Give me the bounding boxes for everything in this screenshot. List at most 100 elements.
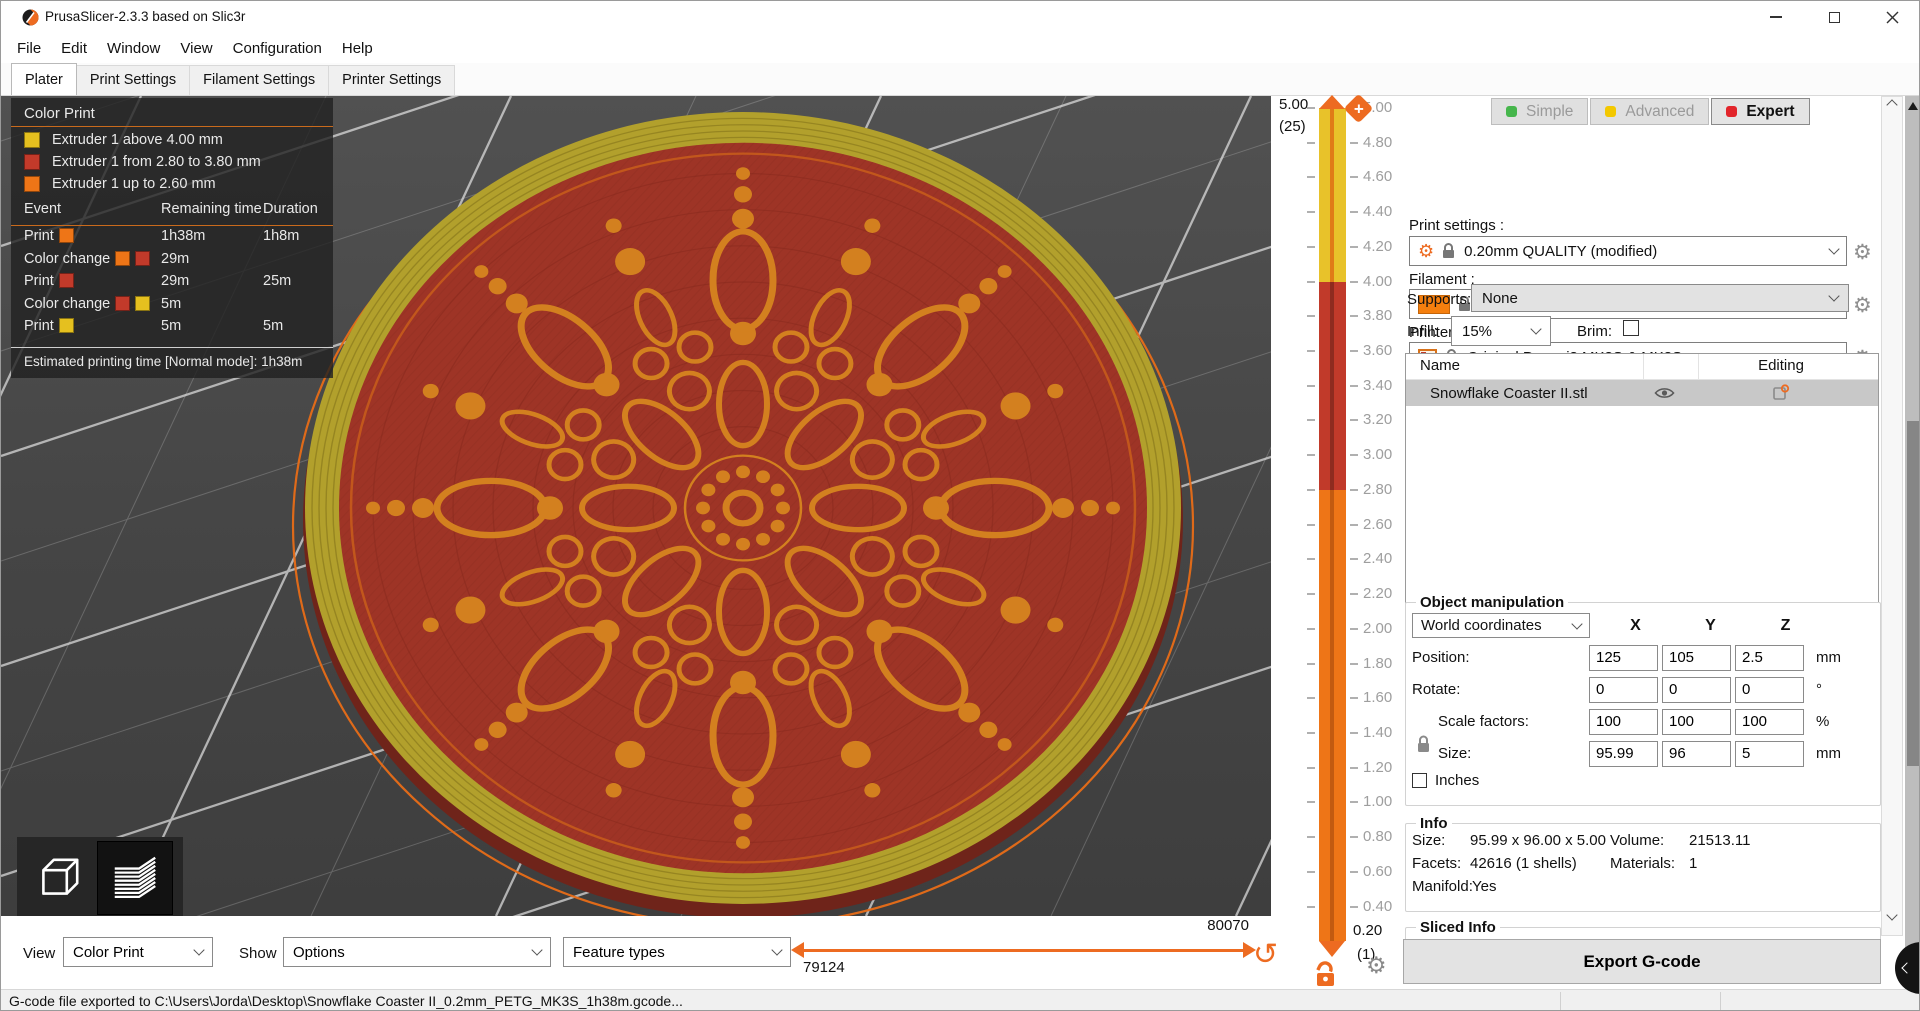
layer-tick-mark [1307,523,1315,526]
manip-input[interactable] [1662,708,1731,735]
move-slider-track[interactable] [803,949,1243,952]
manip-input[interactable] [1735,740,1804,767]
layer-slider-bar[interactable] [1319,108,1346,942]
manip-input[interactable] [1662,676,1731,703]
tab-print-settings[interactable]: Print Settings [75,65,191,95]
tab-plater[interactable]: Plater [11,63,77,95]
eye-icon[interactable] [1654,386,1675,400]
minimize-icon [1770,16,1782,18]
manip-input[interactable] [1735,644,1804,671]
layer-slider-upper-handle[interactable] [1319,95,1345,109]
plus-glyph: + [1353,99,1364,118]
prusaslicer-window: PrusaSlicer-2.3.3 based on Slic3r File Ed… [0,0,1920,1011]
layer-tick-mark [1350,662,1358,665]
tab-filament-settings[interactable]: Filament Settings [189,65,330,95]
mode-expert[interactable]: Expert [1711,98,1810,125]
manip-input[interactable] [1589,740,1658,767]
event-color-swatch [115,250,131,266]
layer-slider-lower-handle[interactable] [1319,941,1345,957]
view-layers-button[interactable] [97,841,173,915]
layer-slider-segment[interactable] [1319,108,1346,282]
uniform-scale-lock-icon[interactable] [1416,735,1431,754]
manip-input[interactable] [1662,644,1731,671]
layer-tick-mark [1350,627,1358,630]
layer-slider-segment[interactable] [1319,281,1346,490]
maximize-button[interactable] [1805,1,1863,33]
layer-tick-mark [1350,384,1358,387]
3d-viewport[interactable]: Color Print Extruder 1 above 4.00 mm Extr… [1,96,1271,916]
object-name: Snowflake Coaster II.stl [1430,384,1588,402]
mode-advanced[interactable]: Advanced [1590,98,1710,125]
manip-input[interactable] [1589,676,1658,703]
materials-value: 1 [1689,855,1698,872]
layer-tick-label: 4.20 [1363,237,1393,255]
layer-tick-label: 2.20 [1363,585,1393,603]
manip-input[interactable] [1662,740,1731,767]
remaining-cell: 5m [161,318,182,334]
window-scrollbar[interactable] [1905,96,1919,989]
manip-input[interactable] [1589,708,1658,735]
infill-select[interactable]: 15% [1451,316,1551,346]
manip-input[interactable] [1589,644,1658,671]
layer-tick-mark [1350,280,1358,283]
volume-label: Volume: [1610,832,1665,849]
close-button[interactable] [1863,1,1919,33]
object-list-row[interactable]: Snowflake Coaster II.stl [1406,380,1878,406]
move-slider-min-value: 79124 [803,959,845,976]
manip-input[interactable] [1735,708,1804,735]
minimize-button[interactable] [1747,1,1805,33]
layer-slider-segment[interactable] [1319,489,1346,942]
mode-selector: Simple Advanced Expert [1489,98,1810,125]
feature-types-select[interactable]: Feature types [563,937,791,967]
scrollbar-thumb[interactable] [1907,421,1919,766]
manip-row: Position: mm [1406,644,1880,671]
tab-printer-settings[interactable]: Printer Settings [328,65,456,95]
sliced-info-title: Sliced Info [1420,919,1496,936]
menu-help[interactable]: Help [332,33,383,63]
layer-slider-bottom-height: 0.20 [1353,922,1383,939]
layer-tick-label: 2.40 [1363,550,1393,568]
layer-tick-mark [1307,593,1315,596]
scrollbar-up-arrow-icon[interactable] [1908,102,1918,110]
reset-view-icon[interactable]: ↺ [1253,940,1278,970]
event-cell: Print [24,318,74,334]
filament-gear-icon[interactable]: ⚙ [1853,295,1872,316]
supports-select[interactable]: None [1471,284,1849,312]
view-3d-button[interactable] [21,841,97,915]
menu-view[interactable]: View [170,33,222,63]
scroll-down-icon[interactable] [1886,909,1898,921]
view-3d-cube-icon [42,858,79,895]
scroll-up-icon[interactable] [1886,99,1898,111]
slider-settings-gear-icon[interactable]: ⚙ [1366,954,1387,977]
collapse-sidebar-button[interactable] [1895,942,1919,994]
manifold-value: Yes [1472,878,1497,895]
menu-edit[interactable]: Edit [51,33,97,63]
axis-headers: X Y Z [1598,617,1823,635]
coordinates-select[interactable]: World coordinates [1412,613,1590,638]
menu-file[interactable]: File [7,33,51,63]
legend-table-header: Event Remaining time Duration [11,201,333,225]
menu-window[interactable]: Window [97,33,170,63]
print-settings-gear-icon[interactable]: ⚙ [1853,242,1872,263]
event-cell: Print [24,273,74,289]
extruder-label: Extruder 1 up to 2.60 mm [52,176,216,192]
layer-tick-mark [1307,141,1315,144]
mode-label: Simple [1526,102,1574,120]
brim-checkbox[interactable] [1623,320,1639,336]
layer-range-lock-icon[interactable] [1313,960,1339,988]
layer-tick-label: 2.80 [1363,480,1393,498]
object-settings-icon[interactable] [1772,384,1790,402]
mode-simple[interactable]: Simple [1491,98,1589,125]
show-select[interactable]: Options [283,937,551,967]
event-color-swatch [135,250,151,266]
export-gcode-button[interactable]: Export G-code [1403,939,1881,984]
menu-configuration[interactable]: Configuration [223,33,332,63]
print-settings-select[interactable]: ⚙ 0.20mm QUALITY (modified) [1409,236,1847,266]
view-select[interactable]: Color Print [63,937,213,967]
manip-input[interactable] [1735,676,1804,703]
manip-unit: mm [1816,745,1841,762]
move-slider-left-handle[interactable] [791,942,804,958]
inches-checkbox[interactable] [1412,773,1427,788]
layer-tick-mark [1307,870,1315,873]
sidebar-scrollbar[interactable] [1881,96,1903,936]
